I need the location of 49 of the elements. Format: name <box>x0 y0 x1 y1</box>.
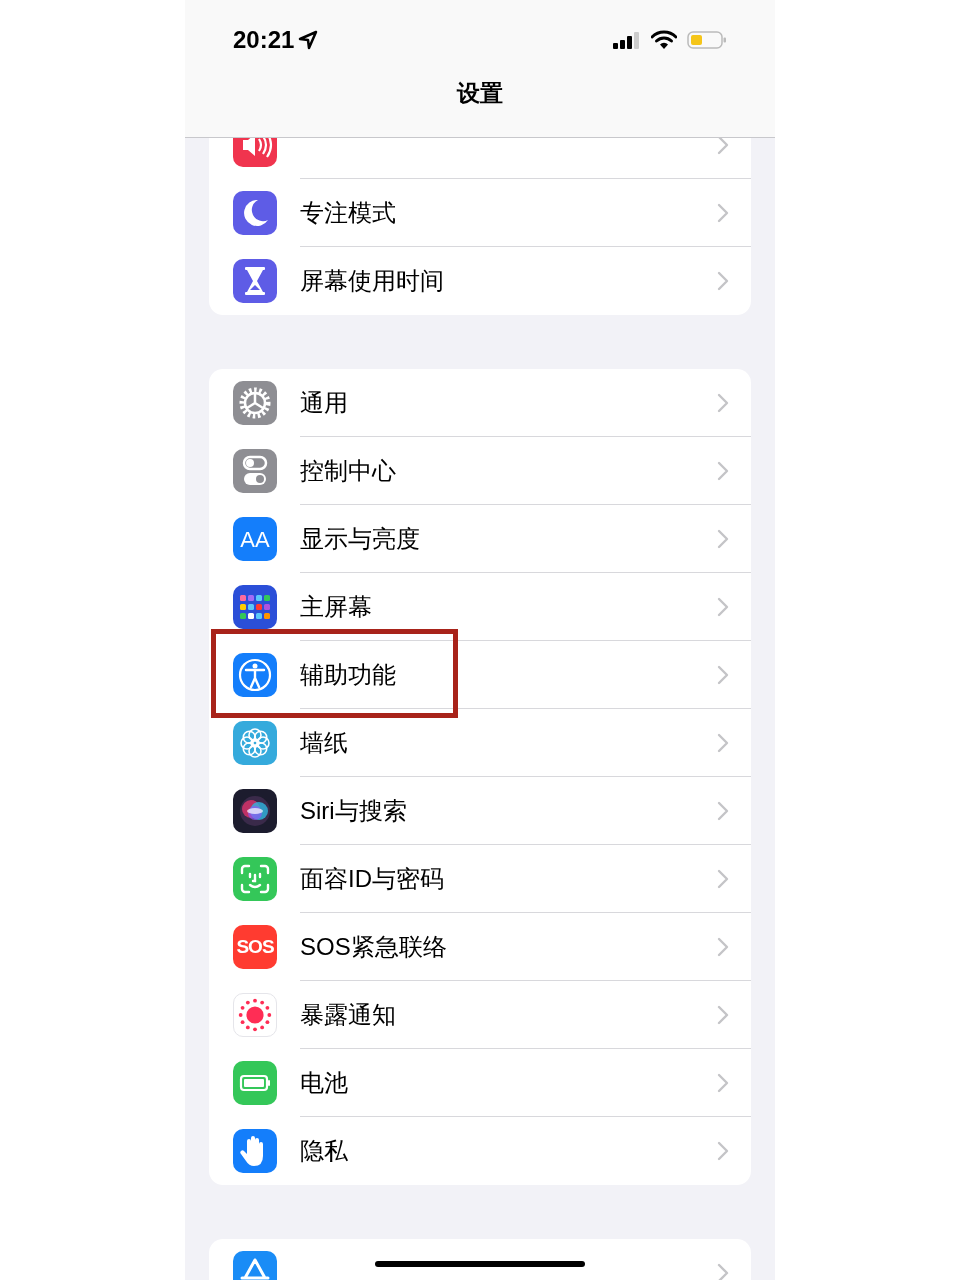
row-label[interactable]: 主屏幕 <box>300 588 717 625</box>
hourglass-icon <box>233 259 277 303</box>
page-title: 设置 <box>457 79 503 108</box>
chevron-icon <box>717 460 729 481</box>
toggle-switches-icon <box>233 449 277 493</box>
face-id-icon <box>233 857 277 901</box>
gear-icon <box>233 381 277 425</box>
row-label[interactable]: 面容ID与密码 <box>300 860 717 897</box>
row-label[interactable]: 屏幕使用时间 <box>300 263 717 299</box>
signal-icon <box>613 31 641 49</box>
row-label[interactable]: 显示与亮度 <box>300 520 717 557</box>
row-label[interactable]: 墙纸 <box>300 724 717 761</box>
row-label[interactable]: 暴露通知 <box>300 996 717 1033</box>
chevron-icon <box>717 800 729 821</box>
row-label[interactable]: 专注模式 <box>300 194 717 231</box>
hand-icon <box>233 1129 277 1173</box>
location-arrow-icon <box>298 30 319 50</box>
moon-icon <box>233 191 277 235</box>
chevron-icon <box>717 868 729 889</box>
row-label[interactable]: 电池 <box>300 1064 717 1101</box>
display-text-icon: AA <box>233 517 277 561</box>
chevron-icon <box>717 271 729 291</box>
accessibility-icon <box>233 653 277 697</box>
siri-orb-icon <box>233 789 277 833</box>
row-label[interactable]: 控制中心 <box>300 452 717 489</box>
row-label[interactable]: 通用 <box>300 384 717 421</box>
chevron-icon <box>717 1004 729 1025</box>
status-time: 20:21 <box>233 25 295 55</box>
chevron-icon <box>717 732 729 753</box>
chevron-icon <box>717 528 729 549</box>
chevron-icon <box>717 1141 729 1161</box>
sos-text-icon: SOS <box>233 925 277 969</box>
chevron-icon <box>717 936 729 957</box>
row-label[interactable]: Siri与搜索 <box>300 792 717 829</box>
chevron-icon <box>717 202 729 223</box>
row-label[interactable]: 辅助功能 <box>300 656 717 693</box>
battery-icon <box>233 1061 277 1105</box>
wifi-icon <box>651 30 677 50</box>
chevron-icon <box>717 664 729 685</box>
row-label[interactable]: SOS紧急联络 <box>300 928 717 965</box>
exposure-dots-icon <box>233 993 277 1037</box>
chevron-icon <box>717 596 729 617</box>
chevron-icon <box>717 392 729 413</box>
app-grid-icon <box>233 585 277 629</box>
chevron-icon <box>717 1263 729 1280</box>
row-label[interactable]: 隐私 <box>300 1133 717 1169</box>
flower-icon <box>233 721 277 765</box>
battery-icon <box>687 30 727 50</box>
chevron-icon <box>717 1072 729 1093</box>
